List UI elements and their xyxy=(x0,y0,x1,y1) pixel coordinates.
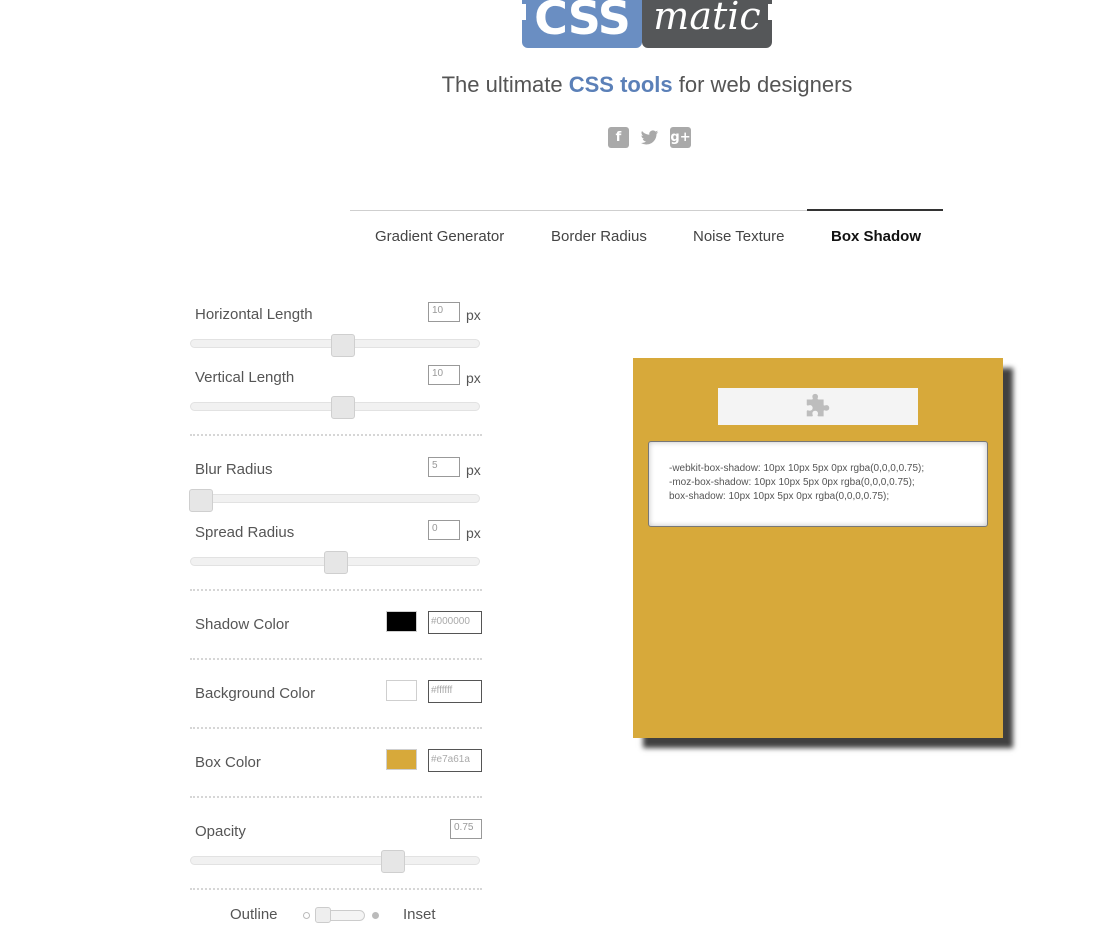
preview-icon-bar xyxy=(718,388,918,425)
section-divider xyxy=(190,434,482,436)
horizontal-length-handle[interactable] xyxy=(331,334,355,357)
section-divider xyxy=(190,888,482,890)
spread-radius-unit: px xyxy=(466,525,481,541)
tagline: The ultimate CSS tools for web designers xyxy=(0,72,1118,98)
blur-radius-handle[interactable] xyxy=(189,489,213,512)
section-divider xyxy=(190,796,482,798)
facebook-icon[interactable]: f xyxy=(608,127,629,148)
tab-gradient-generator[interactable]: Gradient Generator xyxy=(375,228,504,245)
twitter-icon[interactable] xyxy=(639,127,660,148)
code-line-webkit: -webkit-box-shadow: 10px 10px 5px 0px rg… xyxy=(669,463,925,474)
opacity-handle[interactable] xyxy=(381,850,405,873)
tab-box-shadow[interactable]: Box Shadow xyxy=(831,228,921,245)
tagline-before: The ultimate xyxy=(441,72,569,97)
logo-css: CSS xyxy=(522,0,642,48)
logo[interactable]: CSS matic xyxy=(518,0,776,48)
vertical-length-handle[interactable] xyxy=(331,396,355,419)
background-color-swatch[interactable] xyxy=(386,680,417,701)
puzzle-icon xyxy=(806,393,830,417)
tagline-after: for web designers xyxy=(672,72,853,97)
preview-box: -webkit-box-shadow: 10px 10px 5px 0px rg… xyxy=(633,358,1003,738)
tab-border-radius[interactable]: Border Radius xyxy=(551,228,647,245)
toggle-off-dot xyxy=(303,912,310,919)
logo-matic: matic xyxy=(642,0,772,48)
horizontal-length-unit: px xyxy=(466,307,481,323)
horizontal-length-label: Horizontal Length xyxy=(195,306,313,323)
tabs-divider xyxy=(350,210,807,211)
background-color-input[interactable]: #ffffff xyxy=(428,680,482,703)
spread-radius-label: Spread Radius xyxy=(195,524,295,541)
section-divider xyxy=(190,658,482,660)
box-color-input[interactable]: #e7a61a xyxy=(428,749,482,772)
opacity-slider[interactable] xyxy=(190,856,480,865)
inset-toggle[interactable] xyxy=(303,907,379,925)
shadow-color-swatch[interactable] xyxy=(386,611,417,632)
blur-radius-unit: px xyxy=(466,462,481,478)
horizontal-length-input[interactable]: 10 xyxy=(428,302,460,322)
spread-radius-input[interactable]: 0 xyxy=(428,520,460,540)
social-links: f g+ xyxy=(608,127,691,148)
vertical-length-unit: px xyxy=(466,370,481,386)
tab-active-indicator xyxy=(807,209,943,211)
code-line-standard: box-shadow: 10px 10px 5px 0px rgba(0,0,0… xyxy=(669,491,890,502)
logo-brace-left xyxy=(518,4,526,20)
shadow-color-label: Shadow Color xyxy=(195,616,290,633)
toggle-knob[interactable] xyxy=(315,907,331,923)
section-divider xyxy=(190,727,482,729)
inset-label: Inset xyxy=(403,906,436,923)
vertical-length-input[interactable]: 10 xyxy=(428,365,460,385)
background-color-label: Background Color xyxy=(195,685,316,702)
vertical-length-label: Vertical Length xyxy=(195,369,295,386)
blur-radius-input[interactable]: 5 xyxy=(428,457,460,477)
shadow-color-input[interactable]: #000000 xyxy=(428,611,482,634)
tagline-highlight: CSS tools xyxy=(568,72,673,97)
box-color-label: Box Color xyxy=(195,754,261,771)
tab-noise-texture[interactable]: Noise Texture xyxy=(693,228,784,245)
blur-radius-label: Blur Radius xyxy=(195,461,273,478)
css-code-output[interactable]: -webkit-box-shadow: 10px 10px 5px 0px rg… xyxy=(648,441,988,527)
code-line-moz: -moz-box-shadow: 10px 10px 5px 0px rgba(… xyxy=(669,477,915,488)
section-divider xyxy=(190,589,482,591)
spread-radius-handle[interactable] xyxy=(324,551,348,574)
logo-brace-right xyxy=(768,4,776,20)
box-color-swatch[interactable] xyxy=(386,749,417,770)
outline-label: Outline xyxy=(230,906,278,923)
blur-radius-slider[interactable] xyxy=(190,494,480,503)
toggle-on-dot xyxy=(372,912,379,919)
googleplus-icon[interactable]: g+ xyxy=(670,127,691,148)
opacity-input[interactable]: 0.75 xyxy=(450,819,482,839)
opacity-label: Opacity xyxy=(195,823,246,840)
